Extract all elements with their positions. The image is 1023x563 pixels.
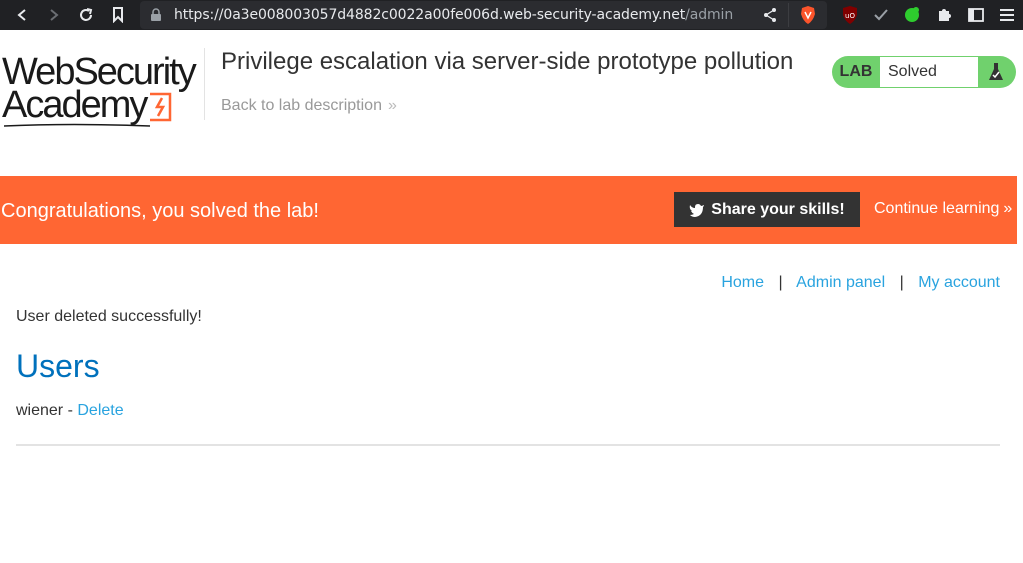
- nav-home-link[interactable]: Home: [721, 274, 764, 291]
- nav-admin-panel-link[interactable]: Admin panel: [796, 274, 885, 291]
- share-icon[interactable]: [762, 7, 778, 28]
- reload-icon[interactable]: [76, 5, 96, 25]
- divider: [16, 444, 1000, 446]
- back-link-label: Back to lab description: [221, 97, 382, 114]
- site-nav: Home | Admin panel | My account: [721, 274, 1000, 292]
- check-icon[interactable]: [871, 5, 891, 25]
- svg-text:uO: uO: [845, 12, 855, 20]
- lab-status-value: Solved: [880, 57, 978, 87]
- delete-user-link[interactable]: Delete: [77, 402, 123, 419]
- url-path: /admin: [685, 7, 734, 23]
- lock-icon[interactable]: [150, 8, 162, 27]
- url-divider: [788, 3, 789, 27]
- share-skills-button[interactable]: Share your skills!: [674, 192, 860, 227]
- url-main: https://0a3e008003057d4882c0022a00fe006d…: [174, 7, 686, 23]
- logo-line2: Academy: [2, 84, 148, 126]
- double-chevron-right-icon: »: [1003, 200, 1013, 217]
- banner-message: Congratulations, you solved the lab!: [1, 200, 319, 222]
- twitter-icon: [690, 203, 705, 217]
- flask-icon: [978, 57, 1014, 87]
- solved-banner: Congratulations, you solved the lab! Sha…: [0, 176, 1017, 244]
- page: WebSecurity Academy Privilege escalation…: [0, 30, 1023, 563]
- url-text: https://0a3e008003057d4882c0022a00fe006d…: [174, 7, 733, 23]
- logo-bolt-icon: [150, 92, 172, 122]
- address-bar[interactable]: https://0a3e008003057d4882c0022a00fe006d…: [140, 1, 827, 29]
- forward-icon[interactable]: [44, 5, 64, 25]
- header-divider: [204, 48, 205, 120]
- continue-learning-link[interactable]: Continue learning»: [874, 200, 1012, 218]
- bookmark-icon[interactable]: [108, 5, 128, 25]
- user-list-item: wiener - Delete: [16, 402, 124, 420]
- logo-underline: [3, 123, 151, 127]
- lab-title: Privilege escalation via server-side pro…: [221, 48, 794, 75]
- nav-separator: |: [899, 274, 904, 291]
- browser-toolbar: https://0a3e008003057d4882c0022a00fe006d…: [0, 0, 1023, 30]
- users-heading: Users: [16, 348, 100, 384]
- status-message: User deleted successfully!: [16, 308, 202, 325]
- puzzle-icon[interactable]: [934, 5, 954, 25]
- brave-shield-icon[interactable]: [800, 6, 816, 29]
- lab-tag: LAB: [839, 63, 873, 80]
- username: wiener: [16, 402, 64, 419]
- continue-learning-label: Continue learning: [874, 200, 1000, 217]
- green-extension-icon[interactable]: [902, 5, 922, 25]
- back-to-lab-description-link[interactable]: Back to lab description »: [221, 97, 397, 115]
- sidebar-icon[interactable]: [966, 5, 986, 25]
- web-security-academy-logo[interactable]: WebSecurity Academy: [2, 52, 202, 132]
- user-separator: -: [63, 402, 78, 419]
- nav-separator: |: [778, 274, 783, 291]
- ublock-icon[interactable]: uO: [840, 5, 860, 25]
- share-skills-label: Share your skills!: [711, 200, 845, 218]
- nav-my-account-link[interactable]: My account: [918, 274, 1000, 291]
- back-icon[interactable]: [12, 5, 32, 25]
- double-chevron-right-icon: »: [387, 97, 397, 114]
- menu-icon[interactable]: [997, 5, 1017, 25]
- lab-status-widget: LAB Solved: [832, 56, 1016, 88]
